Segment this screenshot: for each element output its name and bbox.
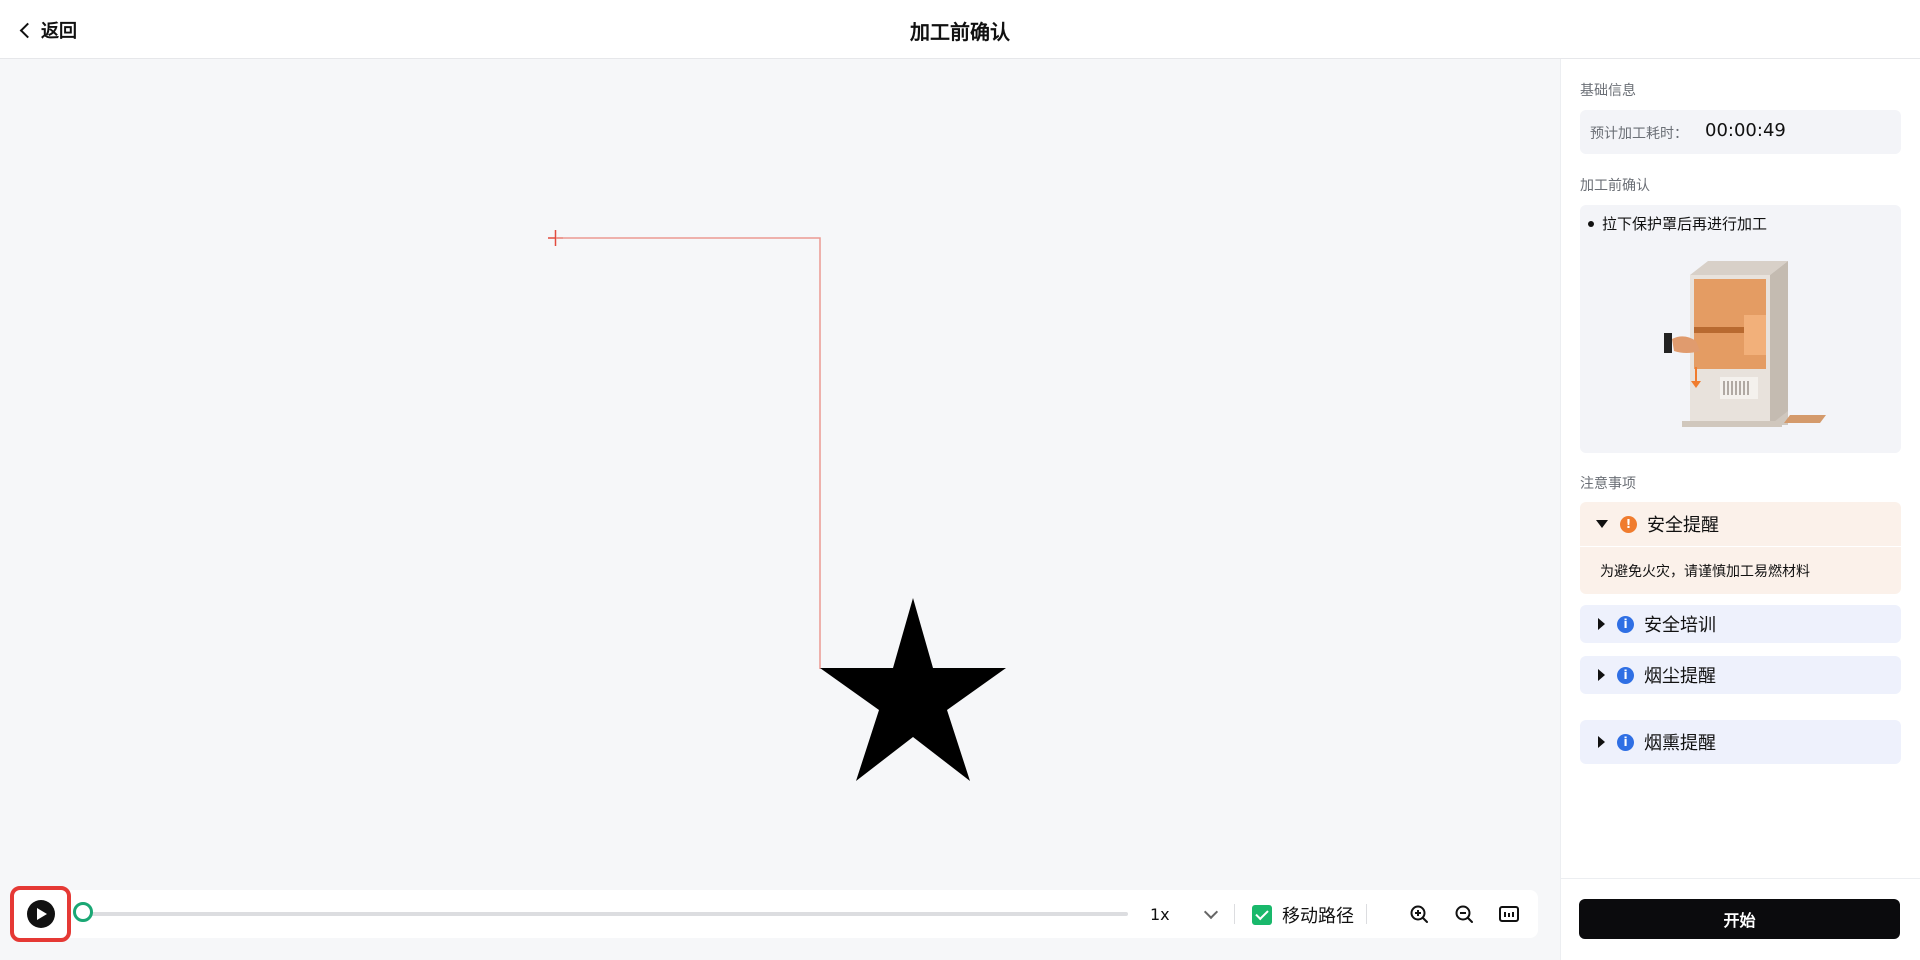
pre-confirm-heading: 加工前确认 bbox=[1580, 178, 1650, 194]
note-safety-training[interactable]: i 安全培训 bbox=[1580, 605, 1901, 643]
divider bbox=[1234, 904, 1235, 924]
note-safety-reminder: ! 安全提醒 为避免火灾，请谨慎加工易燃材料 bbox=[1580, 502, 1901, 594]
app-window: 返回 加工前确认 1x 移动路径 基础信息 预计加工耗时： 00:00:49 加… bbox=[0, 0, 1920, 960]
estimated-time-box: 预计加工耗时： 00:00:49 bbox=[1580, 110, 1901, 154]
play-icon bbox=[26, 900, 55, 928]
move-path-toggle[interactable]: 移动路径 bbox=[1252, 902, 1354, 928]
start-button[interactable]: 开始 bbox=[1579, 899, 1900, 939]
chevron-down-icon bbox=[1203, 904, 1219, 920]
caret-right-icon bbox=[1598, 669, 1605, 681]
header-bar: 返回 加工前确认 bbox=[0, 0, 1920, 59]
note-body: 为避免火灾，请谨慎加工易燃材料 bbox=[1600, 564, 1810, 580]
note-title: 烟尘提醒 bbox=[1644, 666, 1716, 687]
move-path-label: 移动路径 bbox=[1282, 906, 1354, 927]
note-title: 安全提醒 bbox=[1647, 515, 1719, 536]
note-header[interactable]: i 安全培训 bbox=[1580, 605, 1901, 643]
pre-confirm-item: 拉下保护罩后再进行加工 bbox=[1588, 213, 1767, 234]
speed-value: 1x bbox=[1150, 904, 1170, 924]
caret-right-icon bbox=[1598, 736, 1605, 748]
caret-right-icon bbox=[1598, 618, 1605, 630]
info-icon: i bbox=[1617, 615, 1634, 633]
move-path-line bbox=[556, 237, 821, 669]
pre-confirm-box: 拉下保护罩后再进行加工 bbox=[1580, 205, 1901, 453]
star-shape[interactable] bbox=[820, 598, 1006, 781]
note-title: 安全培训 bbox=[1644, 615, 1716, 636]
speed-select[interactable]: 1x bbox=[1150, 902, 1219, 926]
note-header[interactable]: i 烟尘提醒 bbox=[1580, 656, 1901, 694]
info-icon: i bbox=[1617, 666, 1634, 684]
note-smoke-reminder[interactable]: i 烟熏提醒 bbox=[1580, 720, 1901, 764]
zoom-out-icon[interactable] bbox=[1452, 902, 1476, 926]
machine-illustration bbox=[1664, 261, 1826, 427]
page-title: 加工前确认 bbox=[910, 20, 1010, 44]
progress-thumb[interactable] bbox=[73, 902, 93, 922]
note-title: 烟熏提醒 bbox=[1644, 733, 1716, 754]
exclamation-icon: ! bbox=[1620, 515, 1637, 533]
estimated-time-label: 预计加工耗时： bbox=[1590, 126, 1688, 142]
estimated-time-value: 00:00:49 bbox=[1705, 120, 1786, 141]
play-button[interactable] bbox=[10, 886, 71, 942]
note-dust-reminder[interactable]: i 烟尘提醒 bbox=[1580, 656, 1901, 694]
notes-heading: 注意事项 bbox=[1580, 476, 1636, 492]
fit-screen-icon[interactable] bbox=[1497, 902, 1521, 926]
divider bbox=[1366, 904, 1367, 924]
preview-canvas[interactable]: 1x 移动路径 bbox=[0, 59, 1560, 960]
progress-track[interactable] bbox=[84, 912, 1128, 916]
note-header[interactable]: ! 安全提醒 bbox=[1580, 502, 1901, 547]
basic-info-heading: 基础信息 bbox=[1580, 83, 1636, 99]
caret-down-icon bbox=[1596, 520, 1608, 528]
note-header[interactable]: i 烟熏提醒 bbox=[1580, 720, 1901, 764]
zoom-in-icon[interactable] bbox=[1407, 902, 1431, 926]
playback-bar: 1x 移动路径 bbox=[10, 886, 1538, 942]
move-path-checkbox[interactable] bbox=[1252, 905, 1272, 925]
divider bbox=[1561, 878, 1920, 879]
right-panel: 基础信息 预计加工耗时： 00:00:49 加工前确认 拉下保护罩后再进行加工 bbox=[1560, 59, 1920, 960]
preview-drawing bbox=[548, 230, 1006, 781]
info-icon: i bbox=[1617, 733, 1634, 751]
